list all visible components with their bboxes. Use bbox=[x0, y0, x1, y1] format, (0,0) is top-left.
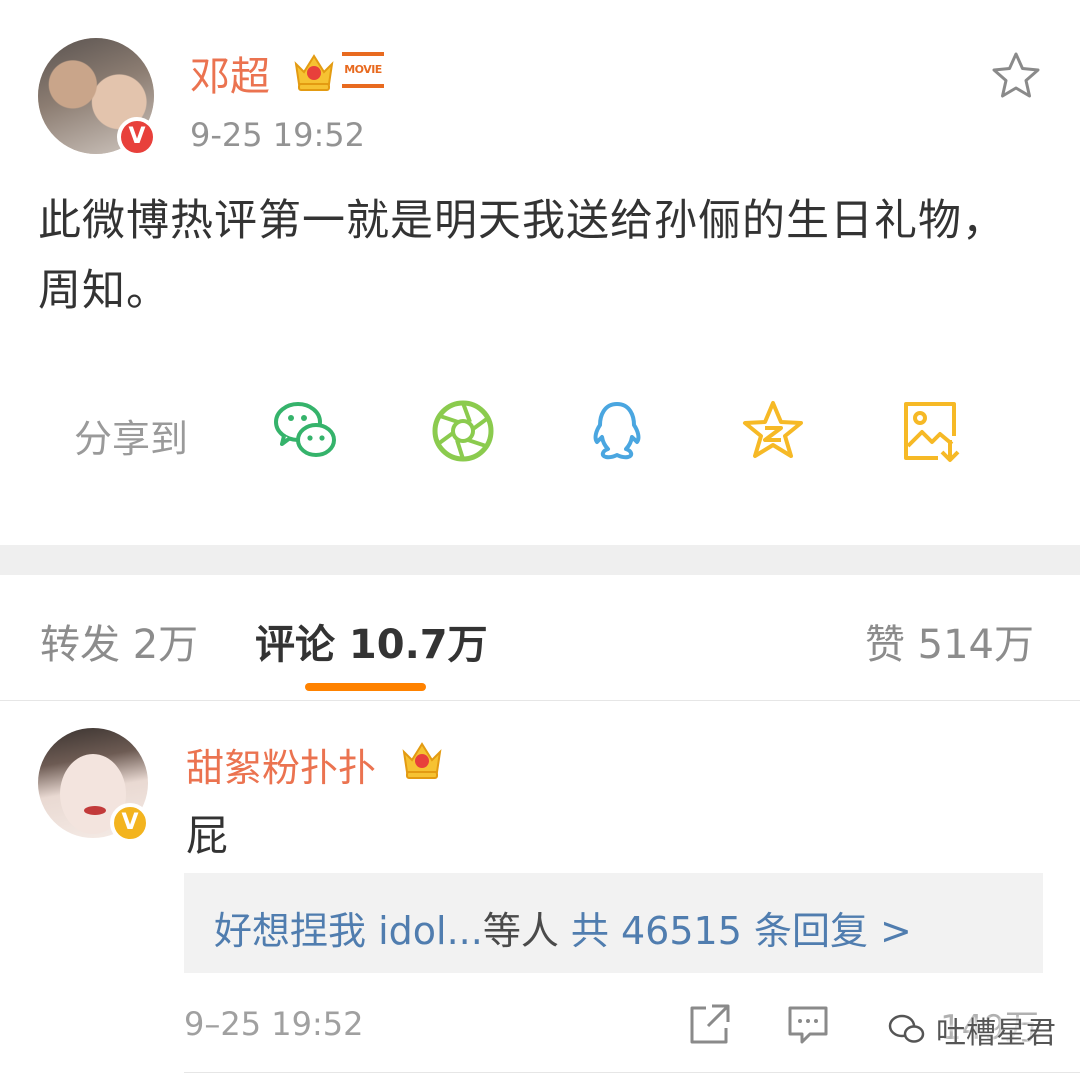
comment-content: 屁 bbox=[186, 811, 229, 860]
moments-icon[interactable] bbox=[430, 398, 496, 464]
post-time: 9-25 19:52 bbox=[190, 116, 366, 154]
post-author-name[interactable]: 邓超 bbox=[190, 44, 270, 102]
qzone-icon[interactable] bbox=[740, 398, 806, 464]
post-content: 此微博热评第一就是明天我送给孙俪的生日礼物，周知。 bbox=[38, 196, 1006, 316]
tab-comment[interactable]: 评论 10.7万 bbox=[255, 612, 488, 670]
reply-summary[interactable]: 好想捏我 idol...等人 共 46515 条回复 > bbox=[214, 900, 912, 955]
section-divider bbox=[0, 545, 1080, 575]
tab-repost[interactable]: 转发 2万 bbox=[40, 612, 198, 670]
wechat-icon[interactable] bbox=[272, 398, 338, 464]
verified-badge-icon: V bbox=[110, 803, 150, 843]
watermark-text: 吐槽星君 bbox=[936, 1016, 1056, 1051]
vip-crown-icon bbox=[402, 742, 442, 779]
reply-users-link[interactable]: 好想捏我 idol... bbox=[214, 909, 483, 953]
active-tab-indicator bbox=[305, 683, 426, 691]
favorite-star-icon[interactable] bbox=[990, 50, 1042, 102]
comment-bottom-divider bbox=[184, 1072, 1080, 1073]
tab-divider bbox=[0, 700, 1080, 701]
reply-comment-icon[interactable] bbox=[786, 1002, 830, 1046]
reply-suffix: 等人 bbox=[482, 909, 559, 953]
movie-badge-icon: MOVIE bbox=[342, 52, 384, 88]
comment-time: 9–25 19:52 bbox=[184, 1005, 364, 1043]
share-label: 分享到 bbox=[74, 417, 189, 461]
reply-total-link[interactable]: 共 46515 条回复 > bbox=[571, 909, 912, 953]
tab-like[interactable]: 赞 514万 bbox=[865, 612, 1034, 670]
qq-icon[interactable] bbox=[584, 398, 650, 464]
save-image-icon[interactable] bbox=[898, 398, 964, 464]
vip-crown-icon bbox=[294, 54, 334, 91]
verified-badge-icon: V bbox=[117, 117, 157, 157]
share-comment-icon[interactable] bbox=[688, 1002, 732, 1046]
comment-author-name[interactable]: 甜絮粉扑扑 bbox=[186, 737, 376, 792]
